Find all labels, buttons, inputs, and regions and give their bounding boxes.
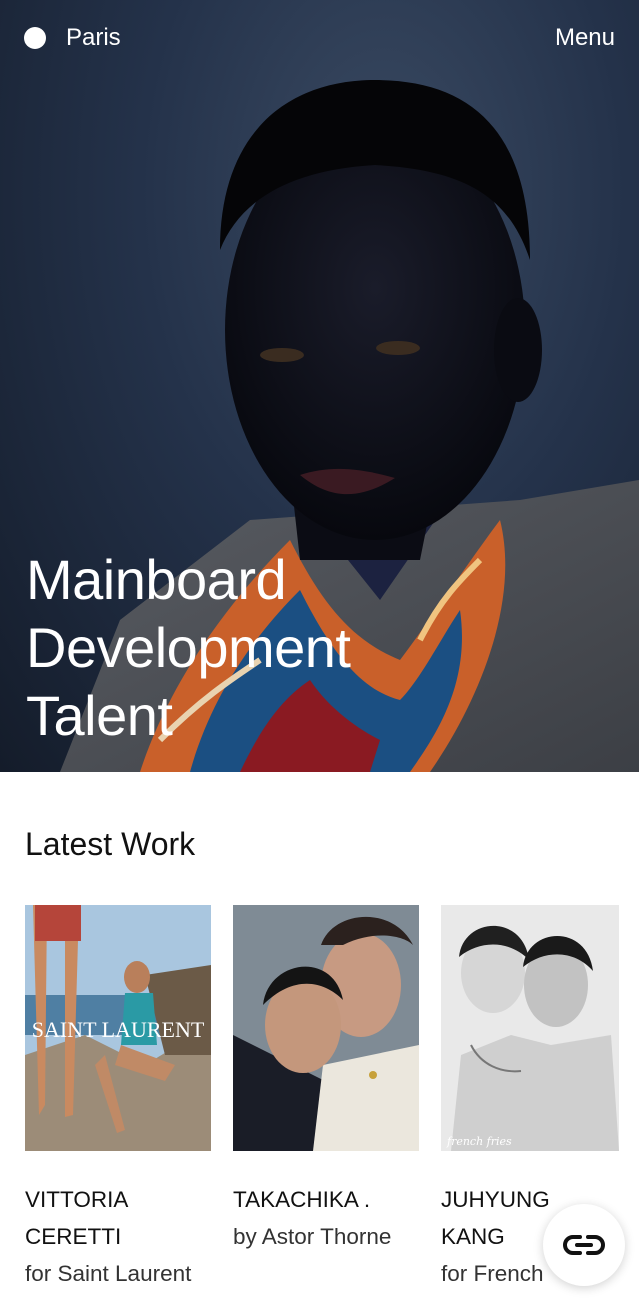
work-card-subtitle: for Saint Laurent bbox=[25, 1261, 192, 1286]
work-card-image: SAINT LAURENT bbox=[25, 905, 211, 1151]
work-card[interactable]: SAINT LAURENT VITTORIA CERETTI for Saint… bbox=[25, 905, 211, 1292]
top-navigation-bar: Paris Menu bbox=[0, 0, 639, 80]
work-card-title-line: VITTORIA bbox=[25, 1187, 129, 1212]
work-card[interactable]: TAKACHIKA . by Astor Thorne bbox=[233, 905, 419, 1255]
hero-banner: Paris Menu Mainboard Development Talent bbox=[0, 0, 639, 772]
hero-title: Mainboard Development Talent bbox=[26, 546, 586, 750]
work-card-title-line: CERETTI bbox=[25, 1224, 122, 1249]
menu-button[interactable]: Menu bbox=[555, 24, 615, 52]
work-card-title-line: TAKACHIKA . bbox=[233, 1187, 371, 1212]
link-chain-icon bbox=[562, 1235, 606, 1255]
hero-title-line: Mainboard bbox=[26, 548, 287, 611]
work-card-image: french fries bbox=[441, 905, 627, 1151]
hero-title-line: Talent bbox=[26, 684, 173, 747]
work-card-subtitle: by Astor Thorne bbox=[233, 1224, 392, 1249]
work-card-image bbox=[233, 905, 419, 1151]
work-card-title: TAKACHIKA . bbox=[233, 1181, 419, 1218]
circle-dot-icon bbox=[24, 27, 46, 49]
latest-work-heading: Latest Work bbox=[25, 826, 196, 862]
hero-title-line: Development bbox=[26, 616, 351, 679]
work-card-image-text: french fries bbox=[446, 1135, 512, 1148]
chat-button[interactable] bbox=[543, 1204, 625, 1286]
work-card-image-text: SAINT LAURENT bbox=[32, 1017, 205, 1042]
work-card-title: VITTORIA CERETTI bbox=[25, 1181, 211, 1255]
location-label: Paris bbox=[66, 24, 121, 51]
location-selector[interactable]: Paris bbox=[24, 24, 121, 52]
